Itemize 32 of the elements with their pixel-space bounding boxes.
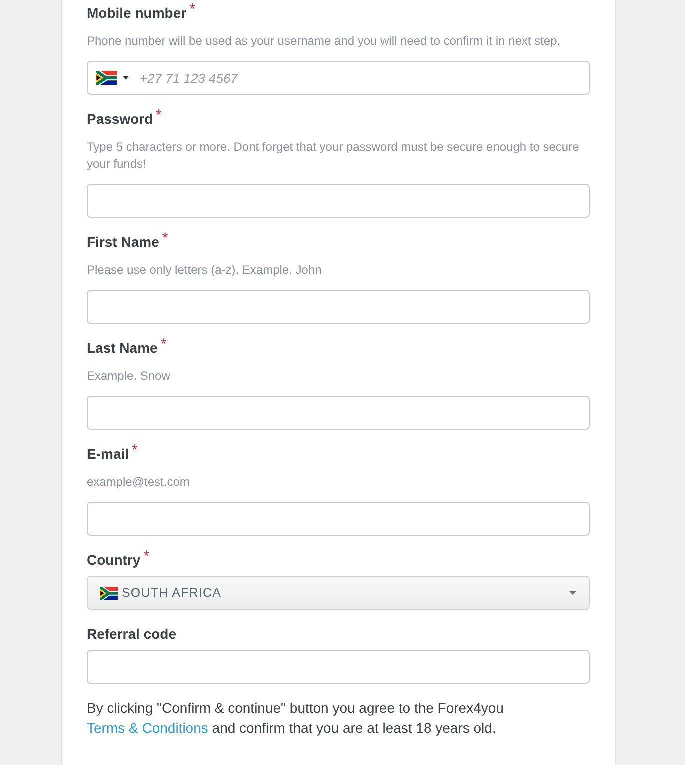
field-label: Referral code: [87, 625, 176, 644]
agreement-text: By clicking "Confirm & continue" button you agree to the Forex4you Terms & Conditions and confirm that you are at least 18 years old.: [87, 699, 505, 738]
field-label: Mobile number: [87, 4, 187, 23]
terms-link[interactable]: Terms & Conditions: [87, 720, 208, 736]
required-mark: *: [190, 3, 196, 16]
text-input[interactable]: [87, 502, 590, 536]
text-input[interactable]: [87, 184, 590, 218]
required-mark: *: [132, 444, 138, 457]
country-select[interactable]: SOUTH AFRICA: [87, 576, 590, 610]
flag-icon: [96, 71, 117, 85]
field-hint: Phone number will be used as your username and you will need to confirm it in next step.: [87, 33, 562, 50]
caret-icon: [569, 591, 577, 595]
field-label: E-mail: [87, 445, 130, 464]
field-label: Password: [87, 110, 154, 129]
flag-icon: [100, 586, 118, 600]
required-mark: *: [162, 232, 168, 245]
country-code-button[interactable]: [96, 71, 129, 85]
phone-input[interactable]: +27 71 123 4567: [87, 61, 590, 95]
field-label: Last Name: [87, 339, 158, 358]
field-hint: example@test.com: [87, 474, 191, 491]
field-label: Country: [87, 551, 141, 570]
text-input[interactable]: [87, 650, 590, 684]
field-hint: Example. Snow: [87, 368, 172, 385]
text-input[interactable]: [87, 290, 590, 324]
field-hint: Please use only letters (a-z). Example. John: [87, 262, 323, 279]
required-mark: *: [156, 109, 162, 122]
field-hint: Type 5 characters or more. Dont forget that your password must be secure enough to secure your funds!: [87, 139, 580, 173]
required-mark: *: [144, 550, 150, 563]
field-label: First Name: [87, 233, 160, 252]
caret-icon: [123, 76, 129, 80]
required-mark: *: [160, 338, 167, 351]
text-input[interactable]: [87, 396, 590, 430]
